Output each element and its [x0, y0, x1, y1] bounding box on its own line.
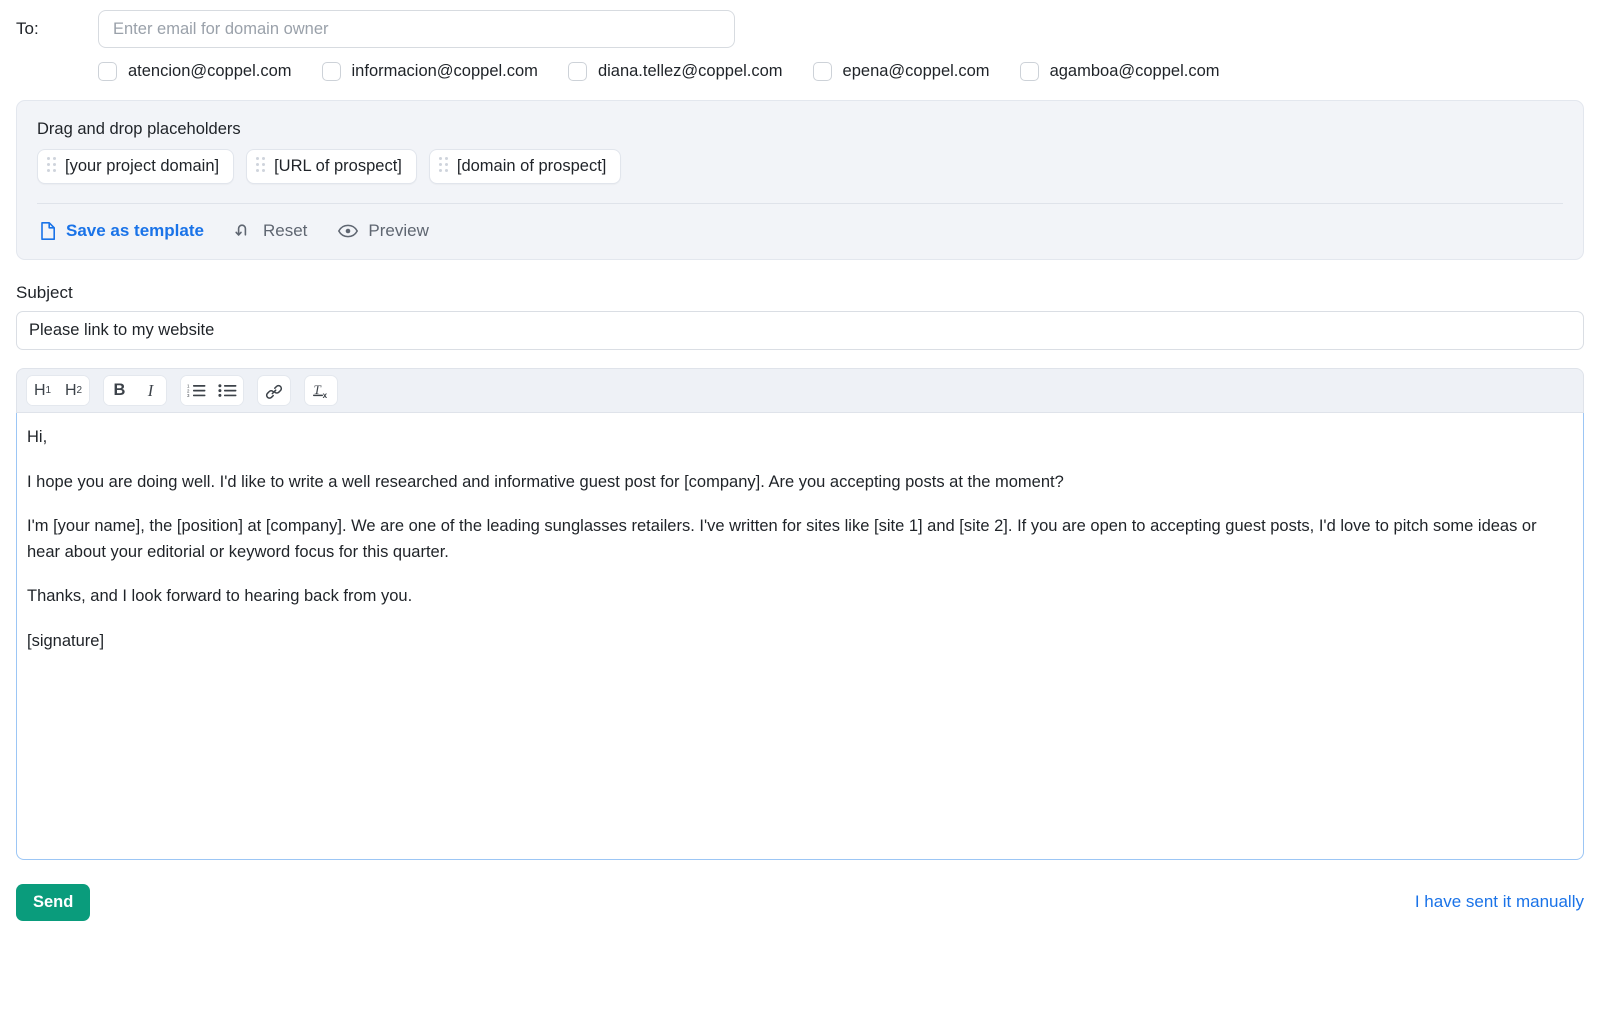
reset-label: Reset	[263, 221, 307, 241]
email-body-editor: H1 H2 B I 1 2 3	[16, 368, 1584, 860]
email-suggestion-label: agamboa@coppel.com	[1050, 62, 1220, 81]
preview-button[interactable]: Preview	[337, 221, 428, 241]
eye-icon	[337, 221, 359, 241]
preview-label: Preview	[368, 221, 428, 241]
email-suggestion-list: atencion@coppel.com informacion@coppel.c…	[98, 62, 1600, 81]
svg-text:3: 3	[187, 393, 190, 398]
link-button-group	[257, 375, 291, 406]
heading-1-button[interactable]: H1	[27, 376, 58, 405]
list-button-group: 1 2 3	[180, 375, 244, 406]
email-checkbox[interactable]	[98, 62, 117, 81]
reset-button[interactable]: Reset	[234, 221, 307, 241]
placeholders-panel: Drag and drop placeholders [your project…	[16, 100, 1584, 260]
email-outreach-composer: To: atencion@coppel.com informacion@copp…	[0, 0, 1600, 1017]
composer-footer: Send I have sent it manually	[16, 884, 1584, 921]
send-button[interactable]: Send	[16, 884, 90, 921]
placeholder-chip-label: [URL of prospect]	[274, 157, 402, 176]
email-suggestion-label: epena@coppel.com	[843, 62, 990, 81]
placeholder-chip-label: [your project domain]	[65, 157, 219, 176]
email-suggestion-item[interactable]: atencion@coppel.com	[98, 62, 292, 81]
email-suggestion-item[interactable]: agamboa@coppel.com	[1020, 62, 1220, 81]
placeholder-chip[interactable]: [your project domain]	[37, 149, 234, 184]
to-row: To:	[16, 0, 1600, 48]
placeholder-chip[interactable]: [URL of prospect]	[246, 149, 417, 184]
body-paragraph: Thanks, and I look forward to hearing ba…	[27, 584, 1571, 610]
drag-handle-icon	[439, 157, 448, 176]
sent-manually-link[interactable]: I have sent it manually	[1415, 892, 1584, 912]
subject-label: Subject	[16, 283, 1600, 303]
subject-input[interactable]	[16, 311, 1584, 350]
document-icon	[39, 221, 57, 241]
body-paragraph: [signature]	[27, 629, 1571, 655]
undo-icon	[234, 221, 254, 241]
svg-text:x: x	[323, 391, 328, 400]
to-label: To:	[16, 19, 98, 39]
ordered-list-button[interactable]: 1 2 3	[181, 376, 212, 405]
save-as-template-label: Save as template	[66, 221, 204, 241]
email-checkbox[interactable]	[1020, 62, 1039, 81]
email-checkbox[interactable]	[813, 62, 832, 81]
placeholder-chip[interactable]: [domain of prospect]	[429, 149, 622, 184]
unordered-list-icon	[218, 383, 237, 398]
body-paragraph: I hope you are doing well. I'd like to w…	[27, 470, 1571, 496]
body-paragraph: I'm [your name], the [position] at [comp…	[27, 514, 1571, 565]
drag-handle-icon	[47, 157, 56, 176]
link-button[interactable]	[258, 376, 290, 405]
drag-handle-icon	[256, 157, 265, 176]
email-body-content[interactable]: Hi, I hope you are doing well. I'd like …	[16, 413, 1584, 860]
to-email-input[interactable]	[98, 10, 735, 48]
panel-divider	[37, 203, 1563, 204]
heading-2-button[interactable]: H2	[58, 376, 89, 405]
unordered-list-button[interactable]	[212, 376, 243, 405]
save-as-template-button[interactable]: Save as template	[39, 221, 204, 241]
bold-button[interactable]: B	[104, 376, 135, 405]
email-suggestion-label: informacion@coppel.com	[352, 62, 538, 81]
email-checkbox[interactable]	[568, 62, 587, 81]
clear-formatting-icon: T x	[311, 381, 331, 400]
ordered-list-icon: 1 2 3	[187, 383, 206, 398]
panel-actions: Save as template Reset	[37, 221, 1563, 241]
clear-formatting-button-group: T x	[304, 375, 338, 406]
text-style-button-group: B I	[103, 375, 167, 406]
italic-button[interactable]: I	[135, 376, 166, 405]
email-suggestion-item[interactable]: diana.tellez@coppel.com	[568, 62, 783, 81]
placeholder-chip-label: [domain of prospect]	[457, 157, 607, 176]
email-suggestion-label: diana.tellez@coppel.com	[598, 62, 783, 81]
email-suggestion-item[interactable]: informacion@coppel.com	[322, 62, 538, 81]
heading-button-group: H1 H2	[26, 375, 90, 406]
clear-formatting-button[interactable]: T x	[305, 376, 337, 405]
body-paragraph: Hi,	[27, 425, 1571, 451]
email-suggestion-label: atencion@coppel.com	[128, 62, 292, 81]
placeholder-chip-list: [your project domain] [URL of prospect] …	[37, 149, 1563, 184]
editor-toolbar: H1 H2 B I 1 2 3	[16, 368, 1584, 413]
email-checkbox[interactable]	[322, 62, 341, 81]
email-suggestion-item[interactable]: epena@coppel.com	[813, 62, 990, 81]
placeholders-title: Drag and drop placeholders	[37, 120, 1563, 139]
link-icon	[264, 382, 284, 400]
